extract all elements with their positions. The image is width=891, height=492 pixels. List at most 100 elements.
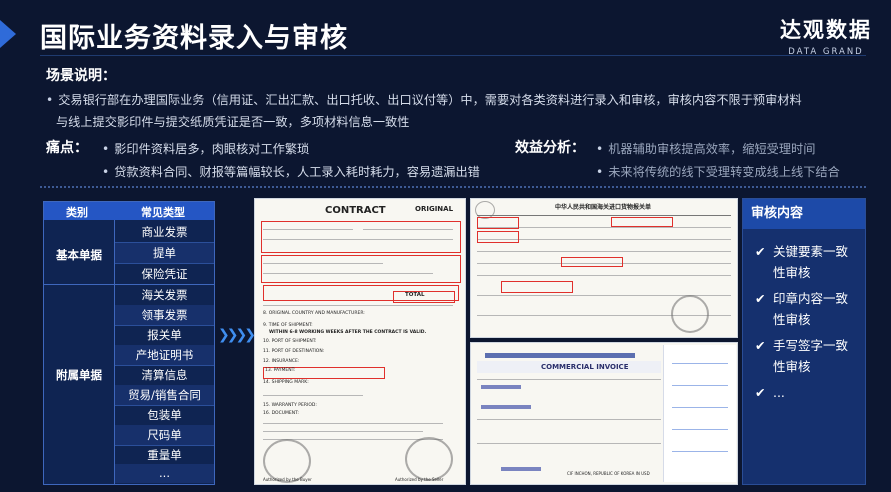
- total-label: TOTAL: [405, 292, 425, 298]
- list-item: 贸易/销售合同: [115, 385, 214, 406]
- contract-clause: 8. ORIGINAL COUNTRY AND MANUFACTURER:: [263, 311, 365, 316]
- list-item: ...: [115, 464, 214, 483]
- redacted-block: [481, 385, 521, 389]
- buyer-signature-label: Authorized by the Buyer: [263, 477, 312, 482]
- form-rule: [477, 419, 661, 420]
- form-rule: [477, 379, 661, 380]
- checkmark-icon: ✔: [755, 338, 766, 353]
- scenario-line-2: 与线上提交影印件与提交纸质凭证是否一致，多项材料信息一致性: [56, 115, 410, 129]
- list-item: 商业发票: [115, 222, 214, 243]
- seal-stamp-icon: [405, 437, 453, 481]
- pain-point-item: 贷款资料合同、财报等篇幅较长，人工录入耗时耗力，容易遗漏出错: [102, 162, 480, 180]
- list-item: 清算信息: [115, 365, 214, 386]
- checkmark-icon: ✔: [755, 244, 766, 259]
- page-title: 国际业务资料录入与审核: [40, 23, 348, 54]
- annotation-line: [672, 363, 728, 364]
- customs-form-title: 中华人民共和国海关进口货物报关单: [555, 204, 652, 211]
- contract-clause: 13. PAYMENT:: [265, 368, 296, 373]
- review-item-label: ...: [772, 385, 785, 400]
- contract-document-image: CONTRACT ORIGINAL TOTAL 8. ORIGINAL COUN…: [254, 198, 466, 485]
- seller-signature-label: Authorized by the Seller: [395, 477, 444, 482]
- review-content-panel: 审核内容 ✔ 关键要素一致性审核 ✔ 印章内容一致性审核 ✔ 手写签字一致性审核…: [742, 198, 866, 485]
- list-item: 报关单: [115, 325, 214, 346]
- review-item: ✔ ...: [755, 382, 785, 403]
- list-item: 尺码单: [115, 425, 214, 446]
- form-rule: [477, 215, 731, 216]
- annotation-sidebar: [663, 345, 736, 482]
- annotation-line: [672, 385, 728, 386]
- list-item: 提单: [115, 243, 214, 264]
- annotation-line: [672, 429, 728, 430]
- benefit-item: 机器辅助审核提高效率，缩短受理时间: [596, 139, 815, 157]
- list-item: 海关发票: [115, 285, 214, 306]
- highlight-box: [561, 257, 623, 267]
- review-item-label: 关键要素一致性审核: [772, 244, 848, 280]
- pain-point-item: 影印件资料居多，肉眼核对工作繁琐: [102, 139, 309, 157]
- group-basic-docs: 基本单据: [56, 248, 102, 262]
- review-item-label: 印章内容一致性审核: [772, 291, 848, 327]
- pain-points-heading: 痛点：: [46, 140, 88, 156]
- text-line: [263, 305, 453, 306]
- text-line: [263, 239, 453, 240]
- text-line: [263, 395, 363, 396]
- customs-declaration-image: 中华人民共和国海关进口货物报关单: [470, 198, 738, 338]
- redacted-block: [485, 353, 635, 358]
- benefit-item: 未来将传统的线下受理转变成线上线下结合: [596, 162, 840, 180]
- list-item: 重量单: [115, 445, 214, 466]
- original-badge: ORIGINAL: [415, 205, 454, 213]
- review-item: ✔ 印章内容一致性审核: [755, 288, 859, 330]
- list-item: 保险凭证: [115, 264, 214, 285]
- text-line: [263, 229, 353, 230]
- annotation-line: [672, 451, 728, 452]
- invoice-destination: CIF INCHON, REPUBLIC OF KOREA IN USD: [567, 471, 650, 476]
- commercial-invoice-image: COMMERCIAL INVOICE CIF INCHON, REPUBLIC …: [470, 342, 738, 485]
- text-line: [363, 229, 453, 230]
- col-header-types: 常见类型: [141, 206, 185, 219]
- review-item-label: 手写签字一致性审核: [772, 338, 848, 374]
- list-item: 领事发票: [115, 305, 214, 326]
- flow-arrow-icon: ❯❯❯❯: [218, 327, 256, 343]
- contract-clause: 16. DOCUMENT:: [263, 411, 299, 416]
- brand-name-cn: 达观数据: [780, 18, 872, 42]
- list-item: 产地证明书: [115, 345, 214, 366]
- review-panel-title: 审核内容: [743, 199, 865, 229]
- form-rule: [477, 251, 731, 252]
- group-attached-docs: 附属单据: [56, 368, 102, 382]
- highlight-box: [261, 255, 461, 283]
- contract-clause: 11. PORT OF DESTINATION:: [263, 349, 325, 354]
- scenario-heading: 场景说明：: [46, 68, 116, 84]
- form-rule: [477, 275, 731, 276]
- contract-clause: 10. PORT OF SHIPMENT:: [263, 339, 317, 344]
- section-divider: [40, 186, 866, 188]
- highlight-box: [501, 281, 573, 293]
- contract-clause: 9. TIME OF SHIPMENT:: [263, 323, 313, 328]
- highlight-box: [477, 231, 519, 243]
- contract-clause: 12. INSURANCE:: [263, 359, 300, 364]
- text-line: [263, 423, 443, 424]
- col-header-category: 类别: [66, 206, 88, 219]
- redacted-block: [481, 405, 531, 409]
- text-line: [263, 263, 383, 264]
- highlight-box: [261, 221, 461, 253]
- title-divider: [40, 55, 866, 56]
- text-line: [263, 431, 423, 432]
- checkmark-icon: ✔: [755, 385, 766, 400]
- brand-logo: 达观数据 DATA GRAND: [776, 14, 876, 57]
- header-arrow-icon: [0, 20, 16, 48]
- contract-title: CONTRACT: [325, 205, 386, 216]
- seal-stamp-icon: [671, 295, 709, 333]
- annotation-line: [672, 407, 728, 408]
- checkmark-icon: ✔: [755, 291, 766, 306]
- review-item: ✔ 关键要素一致性审核: [755, 241, 859, 283]
- text-line: [263, 273, 433, 274]
- benefits-heading: 效益分析：: [515, 140, 585, 156]
- invoice-title: COMMERCIAL INVOICE: [541, 363, 629, 371]
- contract-clause: 14. SHIPPING MARK:: [263, 380, 309, 385]
- review-item: ✔ 手写签字一致性审核: [755, 335, 859, 377]
- list-item: 包装单: [115, 405, 214, 426]
- highlight-box: [477, 217, 519, 229]
- redacted-block: [501, 467, 541, 471]
- form-rule: [477, 443, 661, 444]
- contract-clause: 15. WARRANTY PERIOD:: [263, 403, 317, 408]
- table-header: 类别 常见类型: [44, 202, 214, 220]
